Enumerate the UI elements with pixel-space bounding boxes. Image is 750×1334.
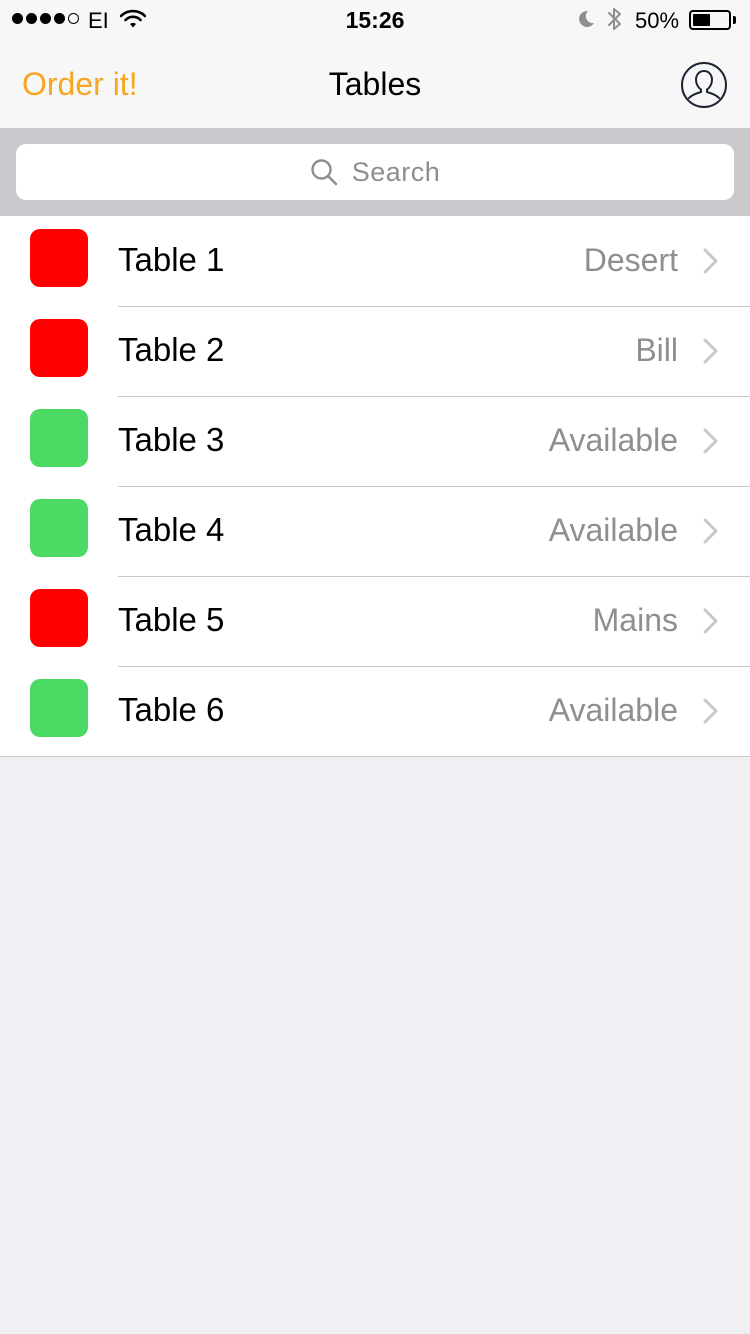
search-bar-container: Search xyxy=(0,128,750,216)
table-status: Available xyxy=(548,512,678,548)
table-name: Table 4 xyxy=(118,511,225,548)
battery-level-fill xyxy=(693,14,710,26)
table-status-color-indicator xyxy=(30,499,88,557)
table-status-color-indicator xyxy=(30,229,88,287)
search-placeholder: Search xyxy=(351,156,441,187)
table-row[interactable]: Table 4 Available xyxy=(0,486,750,576)
table-name: Table 1 xyxy=(118,241,225,278)
table-name: Table 5 xyxy=(118,601,225,638)
do-not-disturb-moon-icon xyxy=(579,10,594,27)
table-status-color-indicator xyxy=(30,679,88,737)
table-status-color-indicator xyxy=(30,319,88,377)
table-status-color-indicator xyxy=(30,409,88,467)
table-status: Available xyxy=(548,692,678,728)
table-name: Table 6 xyxy=(118,691,225,728)
table-row[interactable]: Table 1 Desert xyxy=(0,216,750,306)
tables-list: Table 1 Desert Table 2 Bill Table 3 Available… xyxy=(0,216,750,757)
table-status-color-indicator xyxy=(30,589,88,647)
chevron-right-icon xyxy=(703,698,718,724)
page-title: Tables xyxy=(328,66,422,102)
table-status: Mains xyxy=(592,602,678,638)
table-name: Table 3 xyxy=(118,421,225,458)
table-status: Bill xyxy=(635,332,678,368)
table-row[interactable]: Table 3 Available xyxy=(0,396,750,486)
chevron-right-icon xyxy=(703,338,718,364)
chevron-right-icon xyxy=(703,248,718,274)
table-status: Available xyxy=(548,422,678,458)
status-bar: EI 15:26 50% xyxy=(0,0,750,40)
chevron-right-icon xyxy=(703,608,718,634)
bluetooth-icon xyxy=(608,8,621,30)
table-row[interactable]: Table 6 Available xyxy=(0,666,750,756)
battery-tip xyxy=(733,16,736,24)
search-input[interactable]: Search xyxy=(16,144,734,200)
battery-percentage: 50% xyxy=(635,8,680,33)
table-row[interactable]: Table 2 Bill xyxy=(0,306,750,396)
chevron-right-icon xyxy=(703,518,718,544)
chevron-right-icon xyxy=(703,428,718,454)
battery-icon xyxy=(689,10,731,30)
profile-icon[interactable] xyxy=(680,61,728,109)
table-status: Desert xyxy=(583,242,678,278)
navigation-bar: Order it! Tables xyxy=(0,40,750,128)
table-row[interactable]: Table 5 Mains xyxy=(0,576,750,666)
search-icon xyxy=(311,159,338,186)
table-name: Table 2 xyxy=(118,331,225,368)
